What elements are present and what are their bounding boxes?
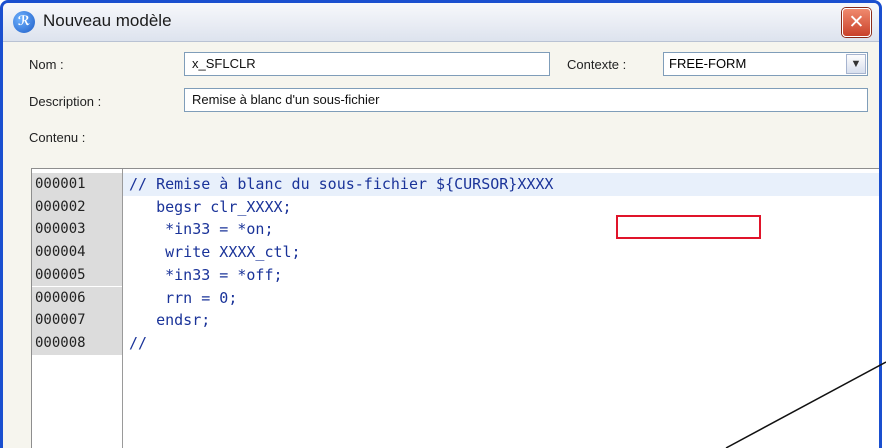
annotation-arrow-line bbox=[725, 361, 886, 448]
annotation-line bbox=[725, 361, 886, 448]
